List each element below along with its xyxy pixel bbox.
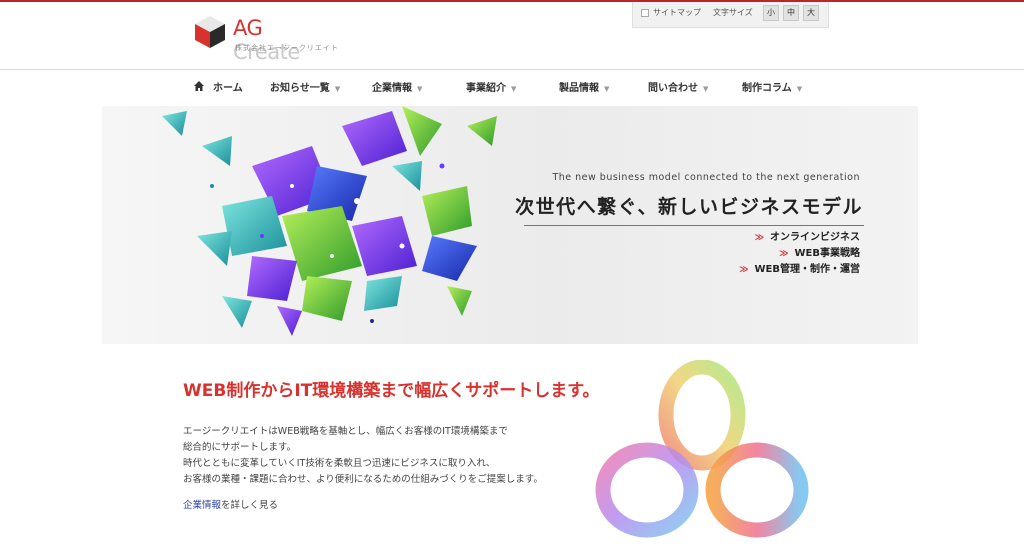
hero-banner: The new business model connected to the … (102, 106, 918, 344)
logo-wordmark: AG Create (233, 16, 300, 64)
font-size-large-button[interactable]: 大 (803, 5, 819, 21)
chevron-down-icon: ▼ (334, 85, 341, 93)
link-suffix: を詳しく見る (221, 500, 279, 511)
chevron-down-icon: ▼ (417, 85, 423, 93)
company-info-link[interactable]: 企業情報 (183, 500, 221, 511)
global-nav: ホーム お知らせ一覧 ▼ 企業情報 ▼ 事業紹介 ▼ 製品情報 ▼ 問い合わせ ▼ 制作コ… (190, 80, 820, 98)
hero-service-list: ≫ オンラインビジネス ≫ WEB事業戦略 ≫ WEB管理・制作・運営 (739, 230, 860, 278)
logo-cube-icon (195, 16, 225, 48)
font-size-label: 文字サイズ (713, 8, 753, 17)
chevron-down-icon: ▼ (796, 85, 803, 93)
double-chevron-right-icon: ≫ (779, 249, 789, 259)
hero-divider (524, 225, 864, 226)
chevron-down-icon: ▼ (511, 85, 517, 93)
site-logo[interactable]: AG Create 株式会社エージークリエイト (193, 14, 338, 64)
intro-line: 総合的にサポートします。 (183, 442, 297, 453)
lead-heading: WEB制作からIT環境構築まで幅広くサポートします。 (183, 381, 600, 401)
home-icon (194, 81, 204, 91)
list-item: ≫ WEB管理・制作・運営 (739, 264, 860, 275)
sitemap-link[interactable]: サイトマップ (653, 7, 701, 18)
top-accent-line (0, 0, 1024, 2)
company-detail-link-row: 企業情報を詳しく見る (183, 497, 278, 511)
font-size-medium-button[interactable]: 中 (783, 5, 799, 21)
trefoil-knot-graphic (595, 360, 809, 538)
nav-item-products[interactable]: 製品情報 ▼ (559, 80, 609, 98)
nav-item-label: お知らせ一覧 (270, 83, 330, 94)
nav-item-contact[interactable]: 問い合わせ ▼ (648, 80, 708, 98)
hero-tagline-en: The new business model connected to the … (552, 172, 860, 183)
intro-paragraph: エージークリエイトはWEB戦略を基軸とし、幅広くお客様のIT環境構築まで 総合的… (183, 424, 543, 488)
font-size-small-button[interactable]: 小 (763, 5, 779, 21)
utility-bar: サイトマップ 文字サイズ 小 中 大 (632, 2, 829, 28)
nav-item-label: ホーム (213, 83, 243, 94)
list-item: ≫ オンラインビジネス (754, 232, 860, 243)
hero-tagline-ja: 次世代へ繋ぐ、新しいビジネスモデル (515, 196, 863, 218)
sitemap-icon[interactable] (641, 9, 649, 17)
crystal-burst-illustration (162, 106, 497, 336)
nav-item-column[interactable]: 制作コラム ▼ (742, 80, 802, 98)
intro-line: お客様の業種・課題に合わせ、より便利になるための仕組みづくりをご提案します。 (183, 474, 543, 485)
nav-item-label: 企業情報 (372, 83, 412, 94)
chevron-down-icon: ▼ (703, 85, 709, 93)
nav-item-business[interactable]: 事業紹介 ▼ (466, 80, 516, 98)
header-divider (0, 69, 1024, 70)
list-item: ≫ WEB事業戦略 (779, 248, 860, 259)
chevron-down-icon: ▼ (604, 85, 610, 93)
nav-item-label: 製品情報 (559, 83, 599, 94)
double-chevron-right-icon: ≫ (739, 265, 749, 275)
intro-line: 時代とともに変革していくIT技術を柔軟且つ迅速にビジネスに取り入れ、 (183, 458, 496, 469)
logo-subtitle: 株式会社エージークリエイト (235, 44, 339, 52)
nav-item-label: 制作コラム (742, 83, 792, 94)
nav-item-company[interactable]: 企業情報 ▼ (372, 80, 422, 98)
nav-item-news[interactable]: お知らせ一覧 ▼ (270, 80, 340, 98)
nav-item-label: 問い合わせ (648, 83, 698, 94)
intro-line: エージークリエイトはWEB戦略を基軸とし、幅広くお客様のIT環境構築まで (183, 426, 508, 437)
double-chevron-right-icon: ≫ (754, 233, 764, 243)
nav-item-home[interactable]: ホーム (193, 80, 243, 98)
nav-item-label: 事業紹介 (466, 83, 506, 94)
